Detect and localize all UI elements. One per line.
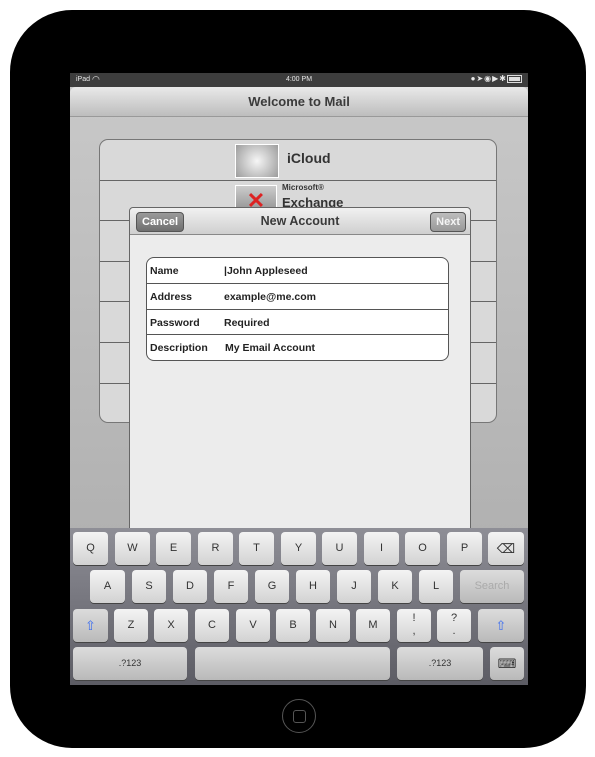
- provider-item-exchange[interactable]: ✕ Microsoft® Exchange: [100, 180, 496, 217]
- key-r[interactable]: R: [198, 532, 233, 565]
- home-button[interactable]: [282, 699, 316, 733]
- numbers-key-left[interactable]: .?123: [73, 647, 187, 680]
- screen: iPad ◠ 4:00 PM ●➤◉▶✱ Welcome to Mail iCl…: [70, 73, 528, 685]
- key-m[interactable]: M: [356, 609, 390, 642]
- key-y[interactable]: Y: [281, 532, 316, 565]
- provider-sublabel: Microsoft®: [282, 183, 324, 192]
- sheet-toolbar: Cancel New Account Next: [130, 208, 470, 235]
- password-input[interactable]: Required: [224, 317, 270, 329]
- account-form: Name |John Appleseed Address example@me.…: [146, 257, 449, 361]
- key-e[interactable]: E: [156, 532, 191, 565]
- location-icon: ➤: [476, 74, 485, 83]
- bluetooth-icon: ✱: [499, 74, 507, 83]
- key-p[interactable]: P: [447, 532, 482, 565]
- password-field[interactable]: Password Required: [147, 309, 448, 335]
- field-label: Name: [150, 265, 179, 277]
- key-d[interactable]: D: [173, 570, 207, 603]
- name-input[interactable]: |John Appleseed: [224, 265, 308, 277]
- address-input[interactable]: example@me.com: [224, 291, 316, 303]
- onscreen-keyboard: Q W E R T Y U I O P ⌫ A S D F G H J K L …: [70, 528, 528, 685]
- status-icons: ●➤◉▶✱: [471, 74, 522, 83]
- new-account-sheet: Cancel New Account Next Name |John Apple…: [129, 207, 471, 539]
- shift-key-left[interactable]: ⇧: [73, 609, 108, 642]
- key-n[interactable]: N: [316, 609, 350, 642]
- status-time: 4:00 PM: [285, 76, 313, 83]
- description-input[interactable]: My Email Account: [225, 342, 315, 354]
- rotation-lock-icon: ◉: [484, 74, 493, 83]
- search-key[interactable]: Search: [460, 570, 524, 603]
- field-label: Address: [150, 291, 193, 303]
- provider-label: iCloud: [287, 150, 331, 166]
- key-b[interactable]: B: [276, 609, 310, 642]
- key-q[interactable]: Q: [73, 532, 108, 565]
- key-exclaim-comma[interactable]: ! ,: [397, 609, 431, 642]
- space-bar[interactable]: [195, 647, 390, 680]
- shift-key-right[interactable]: ⇧: [478, 609, 524, 642]
- description-field[interactable]: Description My Email Account: [147, 334, 448, 360]
- key-f[interactable]: F: [214, 570, 248, 603]
- provider-item-icloud[interactable]: iCloud: [100, 140, 496, 180]
- key-v[interactable]: V: [236, 609, 270, 642]
- key-l[interactable]: L: [419, 570, 453, 603]
- key-h[interactable]: H: [296, 570, 330, 603]
- key-j[interactable]: J: [337, 570, 371, 603]
- key-t[interactable]: T: [239, 532, 274, 565]
- field-label: Password: [150, 317, 200, 329]
- key-question-period[interactable]: ? .: [437, 609, 471, 642]
- numbers-key-right[interactable]: .?123: [397, 647, 483, 680]
- key-a[interactable]: A: [90, 570, 125, 603]
- key-i[interactable]: I: [364, 532, 399, 565]
- key-u[interactable]: U: [322, 532, 357, 565]
- hide-keyboard-key[interactable]: ⌨: [490, 647, 524, 680]
- key-c[interactable]: C: [195, 609, 229, 642]
- key-o[interactable]: O: [405, 532, 440, 565]
- status-bar: iPad ◠ 4:00 PM ●➤◉▶✱: [70, 73, 528, 87]
- sheet-title: New Account: [260, 214, 340, 228]
- key-z[interactable]: Z: [114, 609, 148, 642]
- key-w[interactable]: W: [115, 532, 150, 565]
- navigation-bar: Welcome to Mail: [70, 87, 528, 117]
- page-title: Welcome to Mail: [248, 94, 350, 109]
- key-x[interactable]: X: [154, 609, 188, 642]
- key-g[interactable]: G: [255, 570, 289, 603]
- name-field[interactable]: Name |John Appleseed: [147, 258, 448, 283]
- key-k[interactable]: K: [378, 570, 412, 603]
- field-label: Description: [150, 342, 208, 354]
- key-s[interactable]: S: [132, 570, 166, 603]
- address-field[interactable]: Address example@me.com: [147, 283, 448, 309]
- battery-icon: [507, 74, 522, 83]
- icloud-icon: [235, 144, 279, 178]
- delete-key[interactable]: ⌫: [488, 532, 524, 565]
- next-button[interactable]: Next: [430, 212, 466, 232]
